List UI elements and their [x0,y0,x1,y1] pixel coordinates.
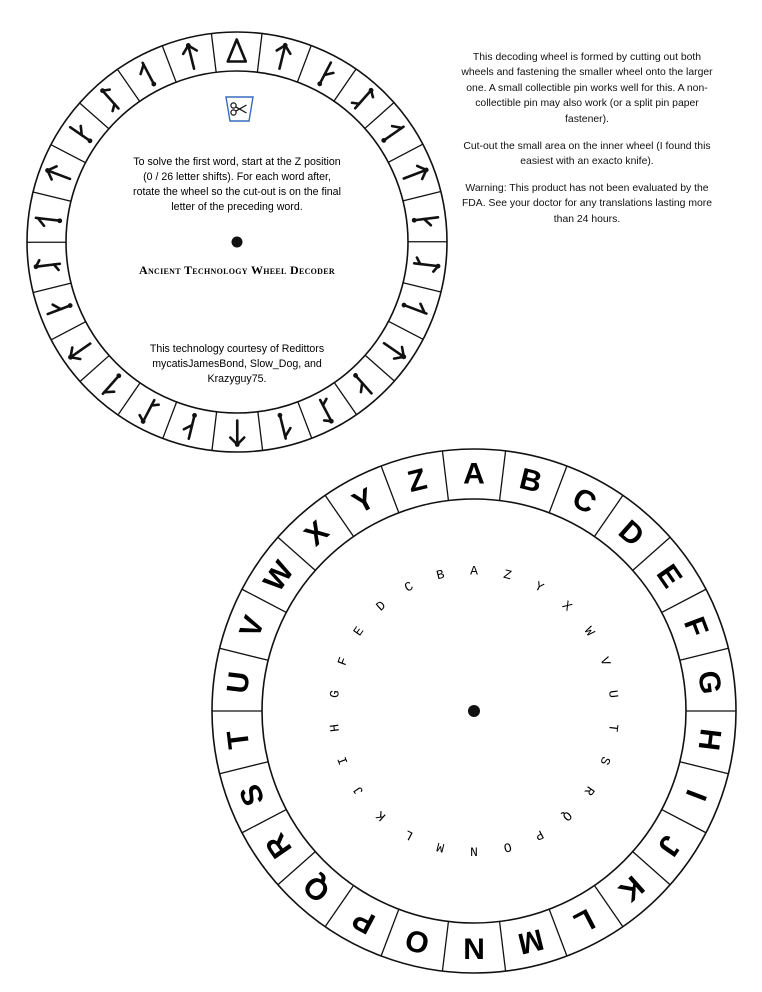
alphabet-wheel-pivot[interactable] [468,705,480,717]
instruction-line-3: rotate the wheel so the cut-out is on th… [133,186,341,198]
fda-warning: Warning: This product has not been evalu… [461,183,713,225]
inner-ring-letter: A [470,564,478,579]
credits-line-3: Krazyguy75. [208,373,267,385]
instruction-line-2: (0 / 26 letter shifts). For each word af… [143,171,331,183]
outer-ring-letter: U [221,670,256,695]
alphabet-wheel: A BCDEFGHIJKLMNOPQRSTUVWXYZ A ZYXWVUTSRQPO… [211,448,737,974]
outer-ring-letter: H [692,727,727,752]
cutout-instructions: Cut-out the small area on the inner whee… [463,141,711,168]
credits-line-1: This technology courtesy of Redittors [150,343,324,355]
inner-ring-letter: N [470,844,478,859]
cutout-window[interactable] [225,96,254,122]
assembly-instructions: This decoding wheel is formed by cutting… [461,52,713,125]
rune-wheel-pivot[interactable] [231,236,243,248]
credits-line-2: mycatisJamesBond, Slow_Dog, and [152,358,322,370]
instruction-line-4: letter of the preceding word. [171,201,302,213]
outer-ring-letter: A [463,458,485,491]
rune-wheel: To solve the first word, start at the Z … [26,31,448,453]
outer-ring-letter: N [463,932,485,965]
instruction-line-1: To solve the first word, start at the Z … [133,156,340,168]
decoder-title: Ancient Technology Wheel Decoder [139,263,335,277]
outer-ring-letter: G [691,669,727,696]
